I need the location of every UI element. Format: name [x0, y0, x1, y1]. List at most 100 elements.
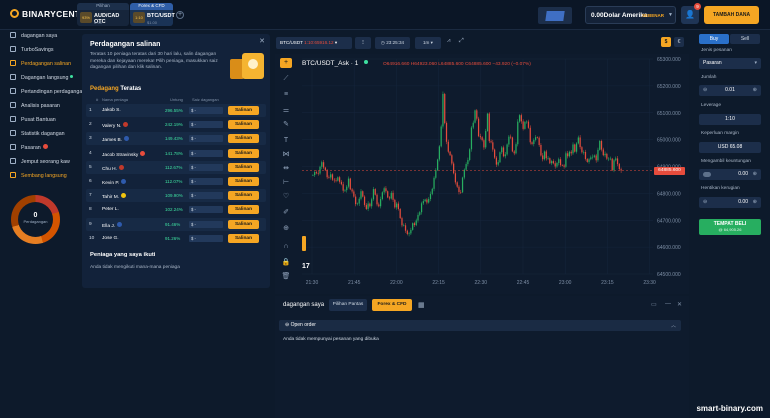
candle	[540, 145, 542, 156]
trader-profit: 242.19%	[165, 122, 183, 128]
sidebar-item-market[interactable]: Pasaran	[10, 144, 48, 154]
fib-icon[interactable]: ⚌	[280, 106, 292, 116]
sidebar-item-invite[interactable]: Jemput seorang kaw	[10, 158, 70, 168]
lock-icon[interactable]: 🔒	[280, 258, 292, 268]
trade-amount-input[interactable]: $ -	[189, 149, 223, 157]
crosshair-icon[interactable]: +	[280, 58, 292, 68]
plus-icon[interactable]: ⊕	[753, 85, 757, 96]
sidebar-item-analysis[interactable]: Analisis pasaran	[10, 102, 60, 112]
brush-icon[interactable]: ✎	[280, 120, 292, 130]
sidebar-item-my-trades[interactable]: dagangan saya	[10, 32, 57, 42]
trade-amount-input[interactable]: $ -	[189, 135, 223, 143]
candle	[314, 172, 316, 176]
trade-amount-input[interactable]: $ -	[189, 107, 223, 114]
minimize-icon[interactable]: —	[665, 301, 671, 307]
trade-amount-input[interactable]: $ -	[189, 220, 223, 228]
magnet-icon[interactable]: ∩	[280, 242, 292, 252]
trade-amount-input[interactable]: $ -	[189, 121, 223, 129]
sidebar-item-label: Perdagangan salinan	[21, 61, 72, 67]
currency-usd-button[interactable]: $	[661, 37, 671, 47]
heart-icon[interactable]: ♡	[280, 192, 292, 202]
trade-amount-input[interactable]: $ -	[189, 234, 223, 242]
indicators-button[interactable]: ⫶⫶	[355, 37, 371, 49]
tab-quick-options[interactable]: Pilihan Pantas	[329, 299, 367, 311]
place-buy-button[interactable]: TEMPAT BELI @ 64,905.26	[699, 219, 761, 235]
chart-type-icon[interactable]: ⩘	[447, 38, 450, 45]
copy-button[interactable]: Salinan	[228, 233, 259, 243]
trash-icon[interactable]: 🗑	[280, 272, 292, 282]
deposit-button[interactable]: TAMBAH DANA	[704, 6, 759, 24]
copy-button[interactable]: Salinan	[228, 219, 259, 229]
tab-sell[interactable]: Sell	[730, 34, 760, 44]
copy-button[interactable]: Salinan	[228, 106, 259, 115]
copy-button[interactable]: Salinan	[228, 162, 259, 172]
pencil-icon[interactable]: ✐	[280, 208, 292, 218]
asset-tab-audcad[interactable]: Pilihan 93% AUD/CAD OTC 0.95	[77, 3, 129, 26]
current-price-tag: 64885.600	[654, 166, 685, 175]
close-icon[interactable]: ✕	[259, 37, 265, 45]
sidebar-item-label: Pusat Bantuan	[21, 117, 56, 123]
open-orders-header[interactable]: ⊖ Open order ︿	[279, 320, 681, 331]
sidebar-item-tournaments[interactable]: Pertandingan perdagangan	[10, 88, 85, 98]
currency-eur-button[interactable]: €	[674, 37, 684, 47]
tab-buy[interactable]: Buy	[699, 34, 729, 44]
brand-logo[interactable]: BINARYCENT	[10, 9, 80, 19]
candle	[342, 184, 344, 191]
text-icon[interactable]: T	[280, 136, 292, 146]
add-asset-button[interactable]: +	[176, 11, 184, 19]
copy-button[interactable]: Salinan	[228, 191, 259, 201]
trade-amount-input[interactable]: $ -	[189, 206, 223, 214]
tab-forex-cfd[interactable]: Forex & CFD	[372, 299, 412, 311]
stats-icon	[10, 130, 16, 136]
candle	[424, 199, 426, 202]
candle	[590, 157, 592, 160]
zoom-icon[interactable]: ⊕	[280, 224, 292, 234]
plus-icon[interactable]: ⊕	[753, 169, 757, 180]
interval-selector[interactable]: 1m ▾	[415, 37, 441, 49]
account-level-icon[interactable]	[538, 7, 572, 24]
sidebar-item-turbosavings[interactable]: TurboSavings	[10, 46, 54, 56]
candle	[406, 230, 408, 234]
order-type-select[interactable]: Pasaran ▾	[699, 58, 761, 69]
symbol-selector[interactable]: BTC/USDT 1:10:65916.12 ▾	[276, 37, 352, 49]
stop-loss-field[interactable]: ⊖ 0.00 ⊕	[699, 197, 761, 208]
copy-button[interactable]: Salinan	[228, 205, 259, 215]
copy-button[interactable]: Salinan	[228, 134, 259, 144]
copy-button[interactable]: Salinan	[228, 148, 259, 158]
sidebar-item-statistics[interactable]: Statistik dagangan	[10, 130, 65, 140]
calendar-icon[interactable]: ▦	[418, 301, 425, 309]
split-view-icon[interactable]: ▭	[651, 301, 657, 308]
take-profit-toggle[interactable]	[703, 172, 711, 177]
balance-selector[interactable]: 0.00Dolar Amerika SEBENAR ▼	[585, 6, 676, 24]
trade-amount-input[interactable]: $ -	[189, 192, 223, 200]
ruler-icon[interactable]: ⇹	[280, 164, 292, 174]
live-dot	[70, 75, 74, 78]
minus-icon[interactable]: ⊖	[703, 85, 707, 96]
minus-icon[interactable]: ⊖	[703, 197, 707, 208]
take-profit-field[interactable]: 0.00 ⊕	[699, 169, 761, 180]
leverage-select[interactable]: 1:10	[699, 114, 761, 125]
copy-button[interactable]: Salinan	[228, 177, 259, 186]
asset-tab-btcusdt[interactable]: Forex & CFD 1:10 BTC/USDT $1.00	[130, 3, 175, 26]
sidebar-item-help[interactable]: Pusat Bantuan	[10, 116, 56, 126]
sidebar-item-live-trading[interactable]: Dagangan langsung	[10, 74, 74, 84]
close-panel-icon[interactable]: ✕	[677, 301, 682, 308]
trade-amount-input[interactable]: $ -	[189, 163, 223, 171]
measure-icon[interactable]: ⊢	[280, 178, 292, 188]
amount-stepper[interactable]: ⊖ 0.01 ⊕	[699, 85, 761, 96]
fullscreen-icon[interactable]: ⤢	[459, 38, 464, 45]
asset-name: BTC/USDT	[147, 13, 175, 19]
chart-scroll-handle[interactable]	[302, 236, 306, 251]
hline-icon[interactable]: ≡	[280, 90, 292, 100]
candle	[527, 121, 530, 128]
candle	[403, 225, 405, 226]
pattern-icon[interactable]: ⋈	[280, 150, 292, 160]
copy-button[interactable]: Salinan	[228, 120, 259, 130]
sidebar-item-copy-trading[interactable]: Perdagangan salinan	[10, 60, 71, 70]
candle	[440, 126, 442, 147]
trade-amount-input[interactable]: $ -	[189, 178, 223, 185]
price-chart[interactable]: 65300.00065200.00065100.00065000.0006490…	[275, 54, 689, 294]
sidebar-item-live-chat[interactable]: Sembang langsung	[10, 172, 67, 182]
plus-icon[interactable]: ⊕	[753, 197, 757, 208]
trendline-icon[interactable]: ⟋	[280, 74, 292, 84]
